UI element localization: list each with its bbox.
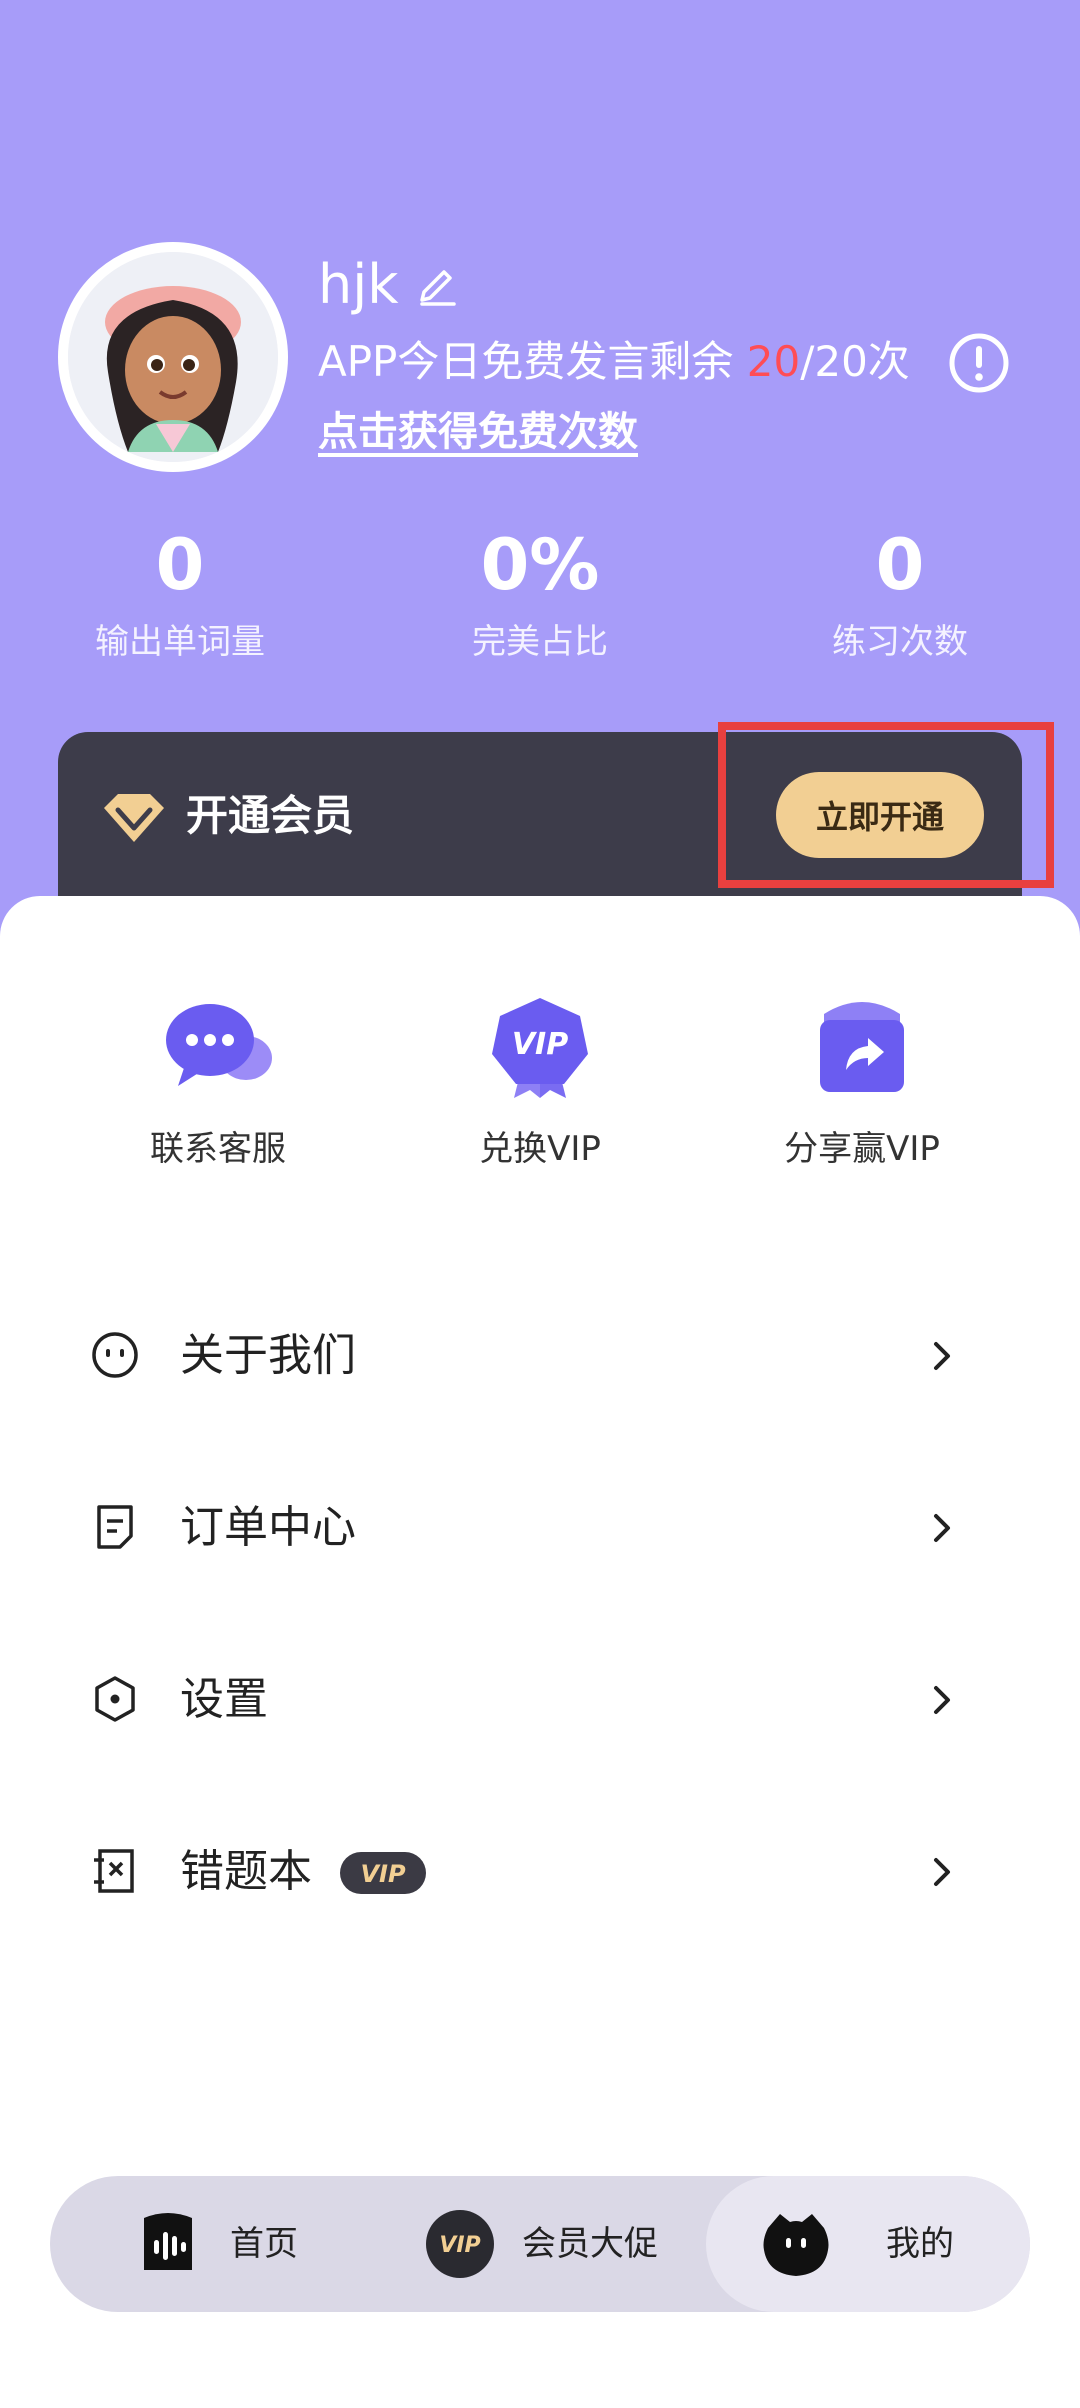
stat-value: 0 [155, 524, 205, 606]
quota-prefix: APP今日免费发言剩余 [318, 337, 747, 386]
menu-label: 关于我们 [180, 1330, 356, 1381]
quota-remaining: 20 [746, 337, 801, 386]
tab-label: 首页 [230, 2224, 298, 2264]
tab-label: 我的 [886, 2224, 954, 2264]
stat-practice-count: 0 练习次数 [750, 520, 1050, 668]
smile-face-icon [92, 1332, 138, 1378]
stat-output-words: 0 输出单词量 [30, 520, 330, 668]
svg-text:VIP: VIP [512, 1027, 568, 1062]
tab-mine[interactable]: 我的 [706, 2176, 1030, 2312]
exclamation-info-icon[interactable] [948, 332, 1010, 394]
voice-wave-icon [144, 2213, 192, 2270]
get-free-uses-link[interactable]: 点击获得免费次数 [318, 404, 638, 460]
share-vip-button[interactable]: 分享赢VIP [712, 994, 1012, 1174]
hexagon-settings-icon [95, 1676, 135, 1722]
diamond-icon [104, 794, 164, 842]
quota-total: /20次 [800, 337, 910, 386]
vip-badge-text: VIP [360, 1860, 406, 1888]
quick-action-label: 分享赢VIP [784, 1129, 940, 1169]
menu-label: 错题本 [180, 1846, 312, 1897]
chevron-right-icon [934, 1686, 950, 1714]
menu-item-settings[interactable]: 设置 [0, 1614, 1080, 1784]
menu-item-mistake-book[interactable]: 错题本 VIP [0, 1786, 1080, 1956]
tab-label: 会员大促 [522, 2224, 658, 2264]
document-icon [97, 1505, 133, 1549]
chevron-right-icon [934, 1858, 950, 1886]
username: hjk [318, 253, 399, 316]
share-envelope-icon [820, 1002, 904, 1092]
menu-item-about-us[interactable]: 关于我们 [0, 1270, 1080, 1440]
menu-label: 订单中心 [180, 1502, 356, 1553]
chevron-right-icon [934, 1514, 950, 1542]
mascot-icon [763, 2214, 829, 2276]
stat-value: 0 [875, 524, 925, 606]
edit-icon[interactable] [412, 258, 462, 308]
menu-item-order-center[interactable]: 订单中心 [0, 1442, 1080, 1612]
stat-value: 0% [480, 524, 600, 606]
quick-action-label: 兑换VIP [479, 1129, 601, 1169]
tab-home[interactable]: 首页 [90, 2176, 370, 2312]
stat-label: 输出单词量 [95, 622, 265, 662]
bottom-tab-bar: 首页 VIP 会员大促 我的 [50, 2176, 1030, 2312]
chevron-right-icon [934, 1342, 950, 1370]
vip-circle-icon: VIP [426, 2210, 494, 2278]
stat-label: 完美占比 [472, 622, 608, 662]
redeem-vip-button[interactable]: VIP 兑换VIP [390, 994, 690, 1174]
stat-label: 练习次数 [832, 622, 968, 662]
activate-vip-button[interactable]: 立即开通 [776, 772, 984, 858]
menu-label: 设置 [180, 1674, 268, 1725]
vip-badge-icon: VIP [492, 998, 588, 1098]
speech-quota-text: APP今日免费发言剩余 20/20次 [318, 334, 910, 390]
user-avatar[interactable] [58, 242, 288, 472]
contact-service-button[interactable]: 联系客服 [68, 994, 368, 1174]
mistake-book-icon [94, 1849, 134, 1893]
tab-vip-promo[interactable]: VIP 会员大促 [386, 2176, 706, 2312]
chat-bubbles-icon [166, 1004, 272, 1086]
vip-title: 开通会员 [186, 791, 355, 840]
profile-header: hjk APP今日免费发言剩余 20/20次 点击获得免费次数 0 输出单词量 … [0, 0, 1080, 940]
quick-action-label: 联系客服 [150, 1129, 286, 1169]
avatar-illustration [68, 252, 278, 462]
stat-perfect-ratio: 0% 完美占比 [390, 520, 690, 668]
vip-badge-graphic: VIP [360, 1860, 406, 1888]
vip-badge: VIP [340, 1852, 426, 1894]
svg-text:VIP: VIP [439, 2233, 480, 2258]
